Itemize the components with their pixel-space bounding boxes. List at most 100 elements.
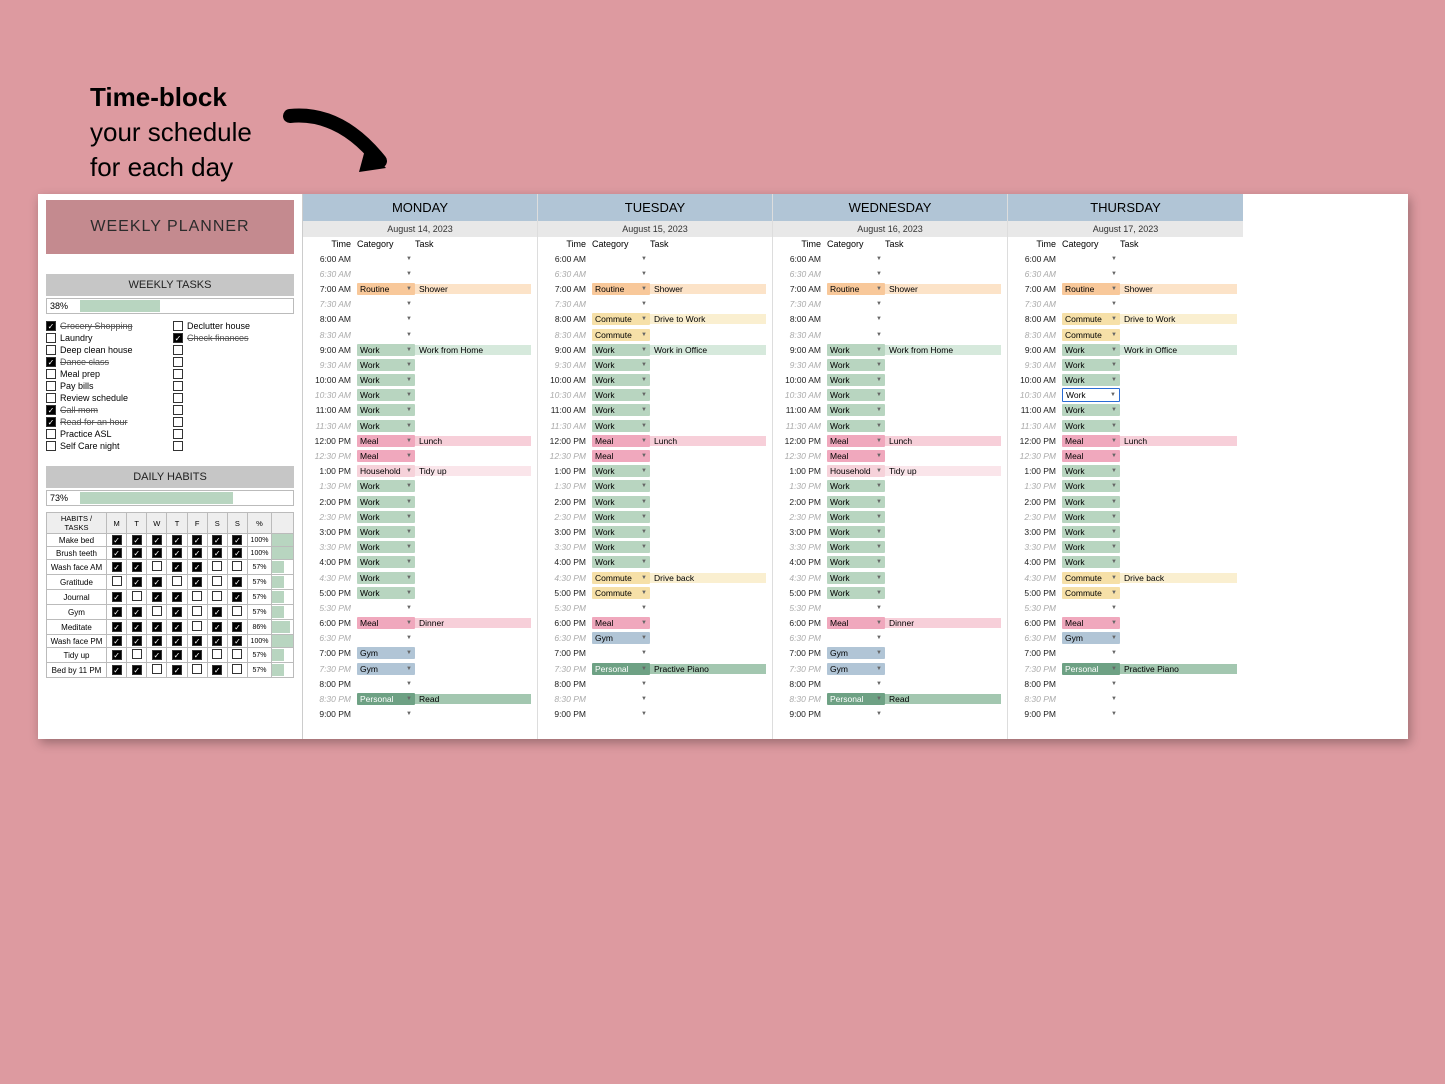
category-dropdown[interactable]: Work▼ [1062,420,1120,432]
task-item[interactable]: Practice ASL [46,428,167,440]
time-slot[interactable]: 1:00 PMHousehold▼Tidy up [773,464,1007,479]
time-slot[interactable]: 10:30 AMWork▼ [303,388,537,403]
time-slot[interactable]: 2:30 PMWork▼ [1008,509,1243,524]
category-dropdown[interactable]: Work▼ [827,374,885,386]
habit-checkbox[interactable]: ✓ [147,547,167,560]
habit-checkbox[interactable]: ✓ [147,534,167,547]
time-slot[interactable]: 10:30 AMWork▼ [1008,388,1243,403]
habit-checkbox[interactable]: ✓ [107,620,127,635]
category-dropdown[interactable]: ▼ [592,604,650,612]
time-slot[interactable]: 1:30 PMWork▼ [773,479,1007,494]
time-slot[interactable]: 5:00 PMCommute▼ [538,585,772,600]
category-dropdown[interactable]: ▼ [592,300,650,308]
task-checkbox[interactable]: ✓ [46,417,56,427]
time-slot[interactable]: 6:00 AM▼ [773,251,1007,266]
task-cell[interactable]: Read [885,694,1001,704]
habit-checkbox[interactable]: ✓ [167,620,187,635]
category-dropdown[interactable]: Work▼ [1062,344,1120,356]
time-slot[interactable]: 5:00 PMWork▼ [303,585,537,600]
category-dropdown[interactable]: ▼ [357,331,415,339]
habit-checkbox[interactable]: ✓ [187,560,207,575]
category-dropdown[interactable]: Routine▼ [592,283,650,295]
habit-checkbox[interactable]: ✓ [167,648,187,663]
time-slot[interactable]: 1:00 PMWork▼ [1008,464,1243,479]
time-slot[interactable]: 12:00 PMMeal▼Lunch [773,433,1007,448]
task-checkbox[interactable] [46,369,56,379]
task-checkbox[interactable]: ✓ [173,333,183,343]
task-checkbox[interactable] [46,441,56,451]
time-slot[interactable]: 8:30 AMCommute▼ [1008,327,1243,342]
category-dropdown[interactable]: ▼ [357,255,415,263]
category-dropdown[interactable]: Work▼ [1062,496,1120,508]
time-slot[interactable]: 9:30 AMWork▼ [538,357,772,372]
habit-checkbox[interactable]: ✓ [127,663,147,678]
category-dropdown[interactable]: Work▼ [592,496,650,508]
task-checkbox[interactable] [173,405,183,415]
time-slot[interactable]: 10:00 AMWork▼ [773,373,1007,388]
habit-checkbox[interactable]: ✓ [107,605,127,620]
category-dropdown[interactable]: Work▼ [1062,541,1120,553]
category-dropdown[interactable]: Work▼ [1062,465,1120,477]
category-dropdown[interactable]: ▼ [827,710,885,718]
time-slot[interactable]: 8:30 PMPersonal▼Read [303,691,537,706]
task-cell[interactable]: Lunch [650,436,766,446]
time-slot[interactable]: 11:30 AMWork▼ [303,418,537,433]
category-dropdown[interactable]: ▼ [357,270,415,278]
time-slot[interactable]: 1:00 PMWork▼ [538,464,772,479]
time-slot[interactable]: 6:00 PMMeal▼ [1008,616,1243,631]
task-checkbox[interactable] [173,393,183,403]
time-slot[interactable]: 11:00 AMWork▼ [773,403,1007,418]
time-slot[interactable]: 9:00 AMWork▼Work from Home [303,342,537,357]
category-dropdown[interactable]: Work▼ [357,587,415,599]
task-checkbox[interactable] [173,345,183,355]
time-slot[interactable]: 5:30 PM▼ [303,600,537,615]
category-dropdown[interactable]: Work▼ [357,389,415,401]
category-dropdown[interactable]: Work▼ [592,359,650,371]
category-dropdown[interactable]: Gym▼ [1062,632,1120,644]
habit-checkbox[interactable]: ✓ [167,590,187,605]
task-cell[interactable]: Work from Home [885,345,1001,355]
category-dropdown[interactable]: ▼ [1062,255,1120,263]
time-slot[interactable]: 1:30 PMWork▼ [303,479,537,494]
category-dropdown[interactable]: Work▼ [357,572,415,584]
habit-checkbox[interactable]: ✓ [127,635,147,648]
category-dropdown[interactable]: ▼ [357,710,415,718]
habit-checkbox[interactable]: ✓ [187,547,207,560]
habit-checkbox[interactable]: ✓ [227,590,247,605]
time-slot[interactable]: 6:00 PMMeal▼ [538,616,772,631]
category-dropdown[interactable]: ▼ [592,255,650,263]
time-slot[interactable]: 7:00 PMGym▼ [303,646,537,661]
habit-checkbox[interactable]: ✓ [227,620,247,635]
category-dropdown[interactable]: Meal▼ [592,435,650,447]
time-slot[interactable]: 6:30 AM▼ [303,266,537,281]
time-slot[interactable]: 7:30 PMPersonal▼Practive Piano [1008,661,1243,676]
habit-checkbox[interactable]: ✓ [227,547,247,560]
task-item[interactable]: ✓Grocery Shopping [46,320,167,332]
category-dropdown[interactable]: Work▼ [827,404,885,416]
task-item[interactable]: Declutter house [173,320,294,332]
time-slot[interactable]: 6:30 PM▼ [303,631,537,646]
time-slot[interactable]: 11:30 AMWork▼ [1008,418,1243,433]
task-checkbox[interactable] [46,393,56,403]
category-dropdown[interactable]: ▼ [827,270,885,278]
category-dropdown[interactable]: ▼ [1062,300,1120,308]
habit-checkbox[interactable] [227,648,247,663]
habit-checkbox[interactable] [107,575,127,590]
habit-checkbox[interactable]: ✓ [107,648,127,663]
category-dropdown[interactable]: Commute▼ [592,587,650,599]
task-item[interactable] [173,356,294,368]
habit-checkbox[interactable]: ✓ [127,560,147,575]
category-dropdown[interactable]: Meal▼ [592,450,650,462]
category-dropdown[interactable]: Work▼ [827,496,885,508]
category-dropdown[interactable]: Meal▼ [1062,435,1120,447]
habit-checkbox[interactable]: ✓ [107,560,127,575]
time-slot[interactable]: 7:30 AM▼ [538,297,772,312]
category-dropdown[interactable]: Work▼ [357,374,415,386]
task-cell[interactable]: Practive Piano [1120,664,1237,674]
time-slot[interactable]: 6:00 AM▼ [538,251,772,266]
category-dropdown[interactable]: Work▼ [592,420,650,432]
category-dropdown[interactable]: Meal▼ [357,617,415,629]
category-dropdown[interactable]: Work▼ [827,389,885,401]
habit-checkbox[interactable] [187,590,207,605]
category-dropdown[interactable]: ▼ [592,695,650,703]
